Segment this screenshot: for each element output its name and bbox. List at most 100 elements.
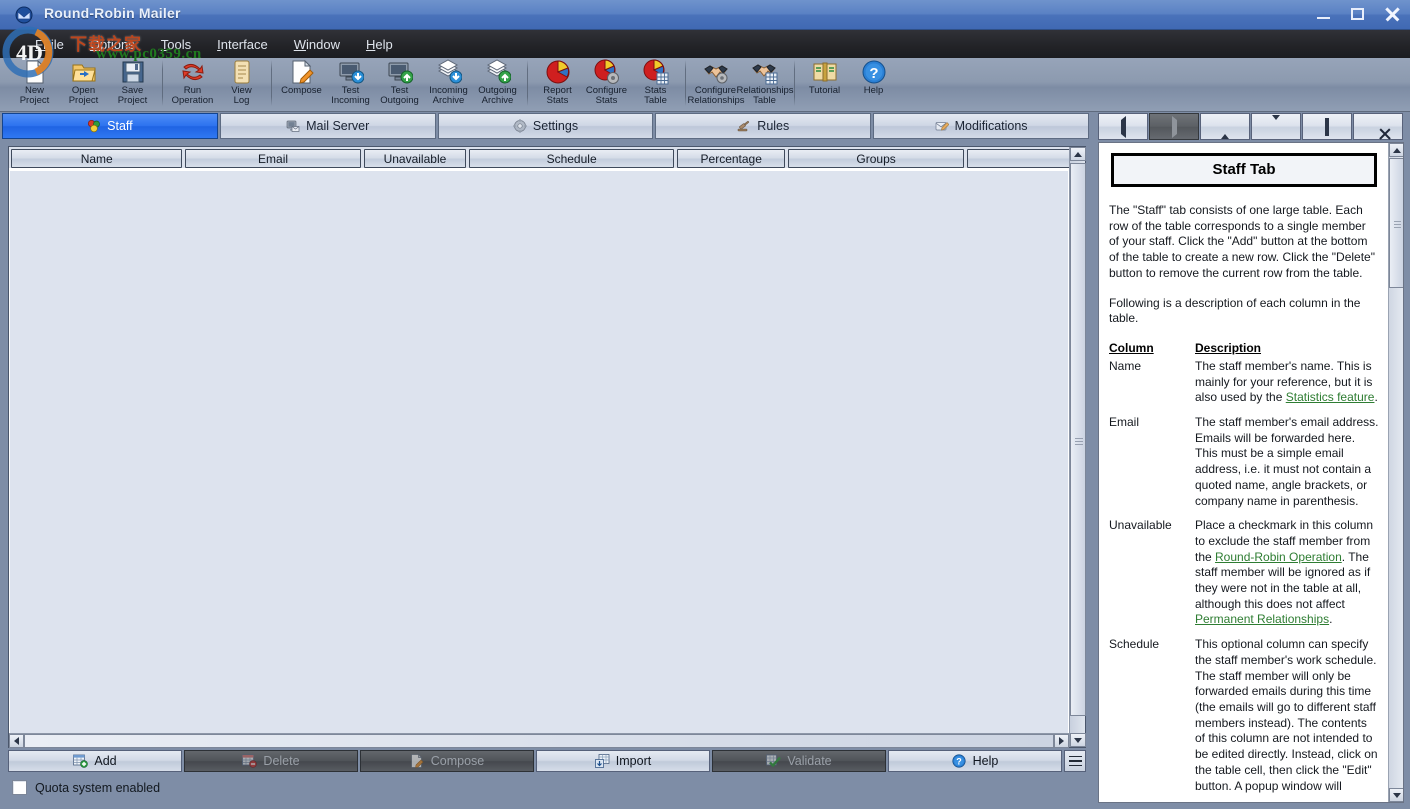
toolbar-button-outgoing-archive[interactable]: Outgoing Archive xyxy=(473,58,522,110)
tab-rules[interactable]: Rules xyxy=(655,113,872,139)
quota-system-label: Quota system enabled xyxy=(35,780,161,795)
scroll-up-arrow[interactable] xyxy=(1070,147,1086,161)
toolbar-button-view-log[interactable]: View Log xyxy=(217,58,266,110)
toolbar-button-label: Outgoing Archive xyxy=(478,85,517,106)
red-arrows-cycle-icon xyxy=(180,59,206,85)
arrow-left-icon xyxy=(1120,115,1126,138)
toolbar-button-label: Run Operation xyxy=(171,85,214,106)
import-icon xyxy=(594,754,610,768)
hamburger-menu-icon[interactable] xyxy=(1064,750,1086,772)
scroll-right-arrow[interactable] xyxy=(1054,733,1069,748)
action-button-delete: Delete xyxy=(184,750,358,772)
action-button-help[interactable]: ? Help xyxy=(888,750,1062,772)
help-scroll-down-arrow[interactable] xyxy=(1389,788,1403,802)
help-column-table: Column Description Name The staff member'… xyxy=(1109,340,1379,802)
minimize-button[interactable] xyxy=(1314,5,1334,23)
maximize-help-button[interactable] xyxy=(1302,113,1352,140)
window-controls xyxy=(1314,5,1402,23)
toolbar-button-label: Help xyxy=(863,85,884,96)
quota-system-checkbox-row[interactable]: Quota system enabled xyxy=(12,780,160,795)
toolbar-button-help[interactable]: ? Help xyxy=(849,58,898,110)
back-button[interactable] xyxy=(1098,113,1148,140)
menu-interface[interactable]: Interface xyxy=(214,35,271,54)
help-scroll-up-arrow[interactable] xyxy=(1389,143,1403,157)
help-table-row: Unavailable Place a checkmark in this col… xyxy=(1109,518,1379,637)
tab-settings[interactable]: Settings xyxy=(437,113,654,139)
toolbar-button-tutorial[interactable]: Tutorial xyxy=(800,58,849,110)
vertical-scroll-thumb[interactable] xyxy=(1070,163,1086,716)
table-column-header-blank[interactable] xyxy=(966,149,1081,168)
scroll-down-arrow[interactable] xyxy=(1070,733,1086,747)
action-button-import[interactable]: Import xyxy=(536,750,710,772)
table-horizontal-scrollbar[interactable] xyxy=(9,733,1069,748)
menu-help[interactable]: Help xyxy=(363,35,396,54)
arrow-down-icon xyxy=(1272,114,1280,134)
toolbar-button-new-project[interactable]: New Project xyxy=(10,58,59,110)
open-folder-icon xyxy=(71,59,97,85)
tab-mail-server[interactable]: Mail Server xyxy=(219,113,436,139)
toolbar-button-label: Test Outgoing xyxy=(380,85,419,106)
toolbar-button-configure-relationships[interactable]: Configure Relationships xyxy=(688,58,745,110)
toolbar-button-incoming-archive[interactable]: Incoming Archive xyxy=(424,58,473,110)
toolbar-button-compose[interactable]: Compose xyxy=(277,58,326,110)
help-vertical-scrollbar[interactable] xyxy=(1388,143,1403,802)
quota-system-checkbox[interactable] xyxy=(12,780,27,795)
toolbar-button-test-outgoing[interactable]: Test Outgoing xyxy=(375,58,424,110)
help-scroll-thumb[interactable] xyxy=(1389,158,1403,288)
table-grid-body[interactable] xyxy=(10,171,1068,733)
action-button-label: Add xyxy=(94,754,117,768)
menu-tools[interactable]: Tools xyxy=(158,35,194,54)
table-vertical-scrollbar[interactable] xyxy=(1069,147,1086,747)
table-action-bar: Add Delete Compose Import Validate? Help xyxy=(8,750,1086,772)
horizontal-scroll-thumb[interactable] xyxy=(24,733,1054,748)
toolbar-button-open-project[interactable]: Open Project xyxy=(59,58,108,110)
menu-file[interactable]: FFile xyxy=(32,35,67,54)
help-title: Staff Tab xyxy=(1111,153,1377,187)
modifications-icon xyxy=(935,119,950,133)
help-row-column-name: Unavailable xyxy=(1109,518,1172,533)
toolbar-button-save-project[interactable]: Save Project xyxy=(108,58,157,110)
toolbar-separator xyxy=(794,60,795,106)
table-column-header-schedule[interactable]: Schedule xyxy=(469,149,675,168)
help-th-description: Description xyxy=(1195,340,1262,355)
tab-staff[interactable]: Staff xyxy=(2,113,218,139)
help-link[interactable]: Statistics feature xyxy=(1286,390,1375,404)
toolbar-button-label: Test Incoming xyxy=(331,85,370,106)
blue-question-help-icon: ? xyxy=(861,59,887,85)
application-window: Round-Robin Mailer FFile Options Tools I… xyxy=(0,0,1410,809)
toolbar-button-test-incoming[interactable]: Test Incoming xyxy=(326,58,375,110)
menu-window[interactable]: Window xyxy=(291,35,343,54)
toolbar-button-label: View Log xyxy=(231,85,252,106)
table-column-header-unavailable[interactable]: Unavailable xyxy=(363,149,467,168)
toolbar-button-relationships-table[interactable]: Relationships Table xyxy=(737,58,794,110)
action-button-label: Import xyxy=(615,754,652,768)
tab-modifications[interactable]: Modifications xyxy=(873,113,1089,139)
monitor-upload-icon xyxy=(387,59,413,85)
action-button-add[interactable]: Add xyxy=(8,750,182,772)
toolbar-separator xyxy=(271,60,272,106)
toolbar-button-label: Incoming Archive xyxy=(429,85,468,106)
table-column-header-name[interactable]: Name xyxy=(11,149,183,168)
table-column-header-email[interactable]: Email xyxy=(185,149,361,168)
toolbar-button-report-stats[interactable]: Report Stats xyxy=(533,58,582,110)
maximize-button[interactable] xyxy=(1348,5,1368,23)
scroll-up-button[interactable] xyxy=(1200,113,1250,140)
action-button-label: Help xyxy=(972,754,999,768)
table-column-header-percentage[interactable]: Percentage xyxy=(677,149,786,168)
table-column-header-groups[interactable]: Groups xyxy=(788,149,964,168)
new-document-icon xyxy=(22,59,48,85)
scroll-down-button[interactable] xyxy=(1251,113,1301,140)
scroll-left-arrow[interactable] xyxy=(9,733,24,748)
help-link[interactable]: Round-Robin Operation xyxy=(1215,550,1342,564)
action-button-label: Validate xyxy=(787,754,832,768)
close-button[interactable] xyxy=(1382,5,1402,23)
toolbar-separator xyxy=(685,60,686,106)
toolbar-button-stats-table[interactable]: Stats Table xyxy=(631,58,680,110)
help-link[interactable]: Permanent Relationships xyxy=(1195,612,1329,626)
toolbar-button-run-operation[interactable]: Run Operation xyxy=(168,58,217,110)
menu-options[interactable]: Options xyxy=(87,35,138,54)
close-help-button[interactable] xyxy=(1353,113,1403,140)
mail-server-icon xyxy=(286,119,300,133)
tab-label: Settings xyxy=(532,119,579,133)
toolbar-button-configure-stats[interactable]: Configure Stats xyxy=(582,58,631,110)
